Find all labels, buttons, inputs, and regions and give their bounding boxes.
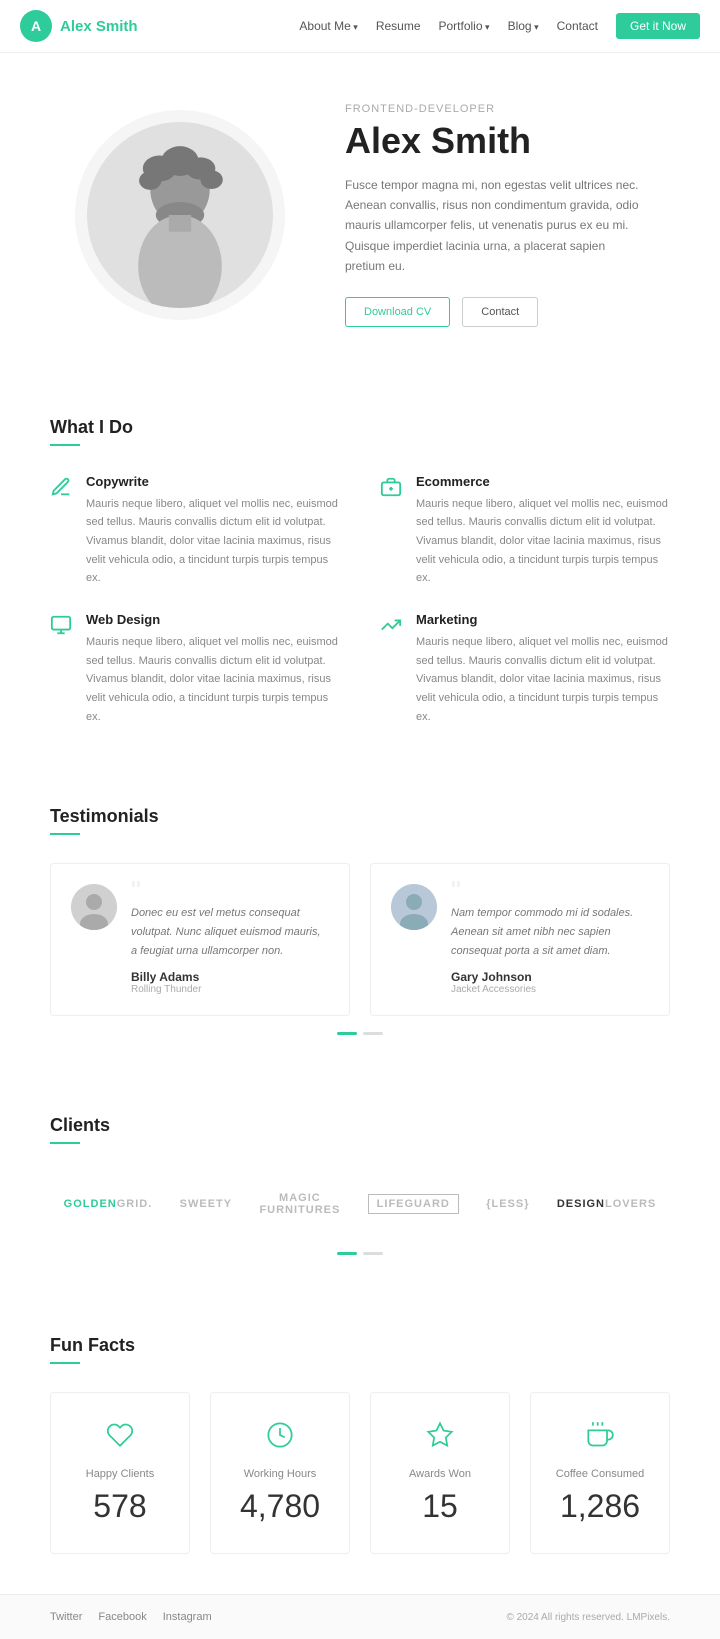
hero-description: Fusce tempor magna mi, non egestas velit… [345, 175, 645, 277]
footer-instagram[interactable]: Instagram [163, 1611, 212, 1623]
navbar: A Alex Smith About Me Resume Portfolio B… [0, 0, 720, 53]
testimonials-section: Testimonials " Donec eu est vel metus co… [0, 766, 720, 1075]
nav-cta-button[interactable]: Get it Now [616, 13, 700, 39]
quote-mark-1: " [131, 884, 329, 898]
clients-title: Clients [50, 1115, 670, 1136]
service-ecommerce: Ecommerce Mauris neque libero, aliquet v… [380, 474, 670, 588]
dot-inactive[interactable] [363, 1032, 383, 1035]
hero-section: Frontend-developer Alex Smith Fusce temp… [0, 53, 720, 377]
testimonial-card-2: " Nam tempor commodo mi id sodales. Aene… [370, 863, 670, 1016]
services-grid: Copywrite Mauris neque libero, aliquet v… [50, 474, 670, 727]
avatar-image [87, 115, 273, 315]
testimonial-content-1: " Donec eu est vel metus consequat volut… [131, 884, 329, 995]
clients-section: Clients GOLDENGRID. SWEETY MAGICFURNITUR… [0, 1075, 720, 1295]
hero-avatar [75, 110, 285, 320]
clients-dot-inactive[interactable] [363, 1252, 383, 1255]
fact-awards-won: Awards Won 15 [370, 1392, 510, 1554]
fun-facts-section: Fun Facts Happy Clients 578 Working Hour… [0, 1295, 720, 1594]
testimonials-grid: " Donec eu est vel metus consequat volut… [50, 863, 670, 1016]
testimonials-title: Testimonials [50, 806, 670, 827]
facts-grid: Happy Clients 578 Working Hours 4,780 Aw… [50, 1392, 670, 1554]
service-webdesign-text: Web Design Mauris neque libero, aliquet … [86, 612, 340, 726]
coffee-icon [551, 1421, 649, 1456]
section-underline [50, 444, 80, 446]
what-i-do-section: What I Do Copywrite Mauris neque libero,… [0, 377, 720, 767]
marketing-icon [380, 614, 402, 726]
logo-text: Alex Smith [60, 18, 138, 35]
nav-about[interactable]: About Me [299, 19, 357, 33]
logo[interactable]: A Alex Smith [20, 10, 138, 42]
logo-icon: A [20, 10, 52, 42]
dot-active[interactable] [337, 1032, 357, 1035]
quote-mark-2: " [451, 884, 649, 898]
hero-buttons: Download CV Contact [345, 297, 645, 327]
clients-dot-active[interactable] [337, 1252, 357, 1255]
footer: Twitter Facebook Instagram © 2024 All ri… [0, 1594, 720, 1639]
nav-links: About Me Resume Portfolio Blog Contact G… [299, 13, 700, 39]
testimonial-content-2: " Nam tempor commodo mi id sodales. Aene… [451, 884, 649, 995]
service-webdesign: Web Design Mauris neque libero, aliquet … [50, 612, 340, 726]
hero-text: Frontend-developer Alex Smith Fusce temp… [345, 103, 645, 327]
client-logo-5: DESIGNLOVERS [557, 1198, 656, 1210]
footer-copyright: © 2024 All rights reserved. LMPixels. [506, 1612, 670, 1623]
nav-resume[interactable]: Resume [376, 19, 421, 33]
client-logo-0: GOLDENGRID. [64, 1198, 153, 1210]
fact-working-hours: Working Hours 4,780 [210, 1392, 350, 1554]
hero-name: Alex Smith [345, 121, 645, 161]
clients-logos: GOLDENGRID. SWEETY MAGICFURNITURES LIFEG… [50, 1172, 670, 1236]
fact-coffee-consumed: Coffee Consumed 1,286 [530, 1392, 670, 1554]
fun-facts-underline [50, 1362, 80, 1364]
nav-contact[interactable]: Contact [557, 19, 598, 33]
testimonials-dots [50, 1032, 670, 1035]
shop-icon [380, 476, 402, 588]
clients-dots [50, 1252, 670, 1255]
footer-twitter[interactable]: Twitter [50, 1611, 82, 1623]
pencil-icon [50, 476, 72, 588]
testimonial-card-1: " Donec eu est vel metus consequat volut… [50, 863, 350, 1016]
clients-underline [50, 1142, 80, 1144]
desktop-icon [50, 614, 72, 726]
testimonial-avatar-1 [71, 884, 117, 930]
client-logo-3: LIFEGUARD [368, 1194, 459, 1214]
contact-button[interactable]: Contact [462, 297, 538, 327]
clock-icon [231, 1421, 329, 1456]
testimonial-avatar-2 [391, 884, 437, 930]
star-icon [391, 1421, 489, 1456]
nav-blog[interactable]: Blog [508, 19, 539, 33]
client-logo-1: SWEETY [180, 1198, 232, 1210]
fun-facts-title: Fun Facts [50, 1335, 670, 1356]
testimonials-underline [50, 833, 80, 835]
fact-happy-clients: Happy Clients 578 [50, 1392, 190, 1554]
service-copywrite: Copywrite Mauris neque libero, aliquet v… [50, 474, 340, 588]
what-i-do-title: What I Do [50, 417, 670, 438]
service-marketing: Marketing Mauris neque libero, aliquet v… [380, 612, 670, 726]
service-marketing-text: Marketing Mauris neque libero, aliquet v… [416, 612, 670, 726]
footer-facebook[interactable]: Facebook [98, 1611, 146, 1623]
download-cv-button[interactable]: Download CV [345, 297, 450, 327]
client-logo-4: {less} [486, 1198, 529, 1210]
hero-subtitle: Frontend-developer [345, 103, 645, 115]
footer-links: Twitter Facebook Instagram [50, 1611, 212, 1623]
service-ecommerce-text: Ecommerce Mauris neque libero, aliquet v… [416, 474, 670, 588]
service-copywrite-text: Copywrite Mauris neque libero, aliquet v… [86, 474, 340, 588]
heart-icon [71, 1421, 169, 1456]
client-logo-2: MAGICFURNITURES [259, 1192, 340, 1216]
nav-portfolio[interactable]: Portfolio [439, 19, 490, 33]
